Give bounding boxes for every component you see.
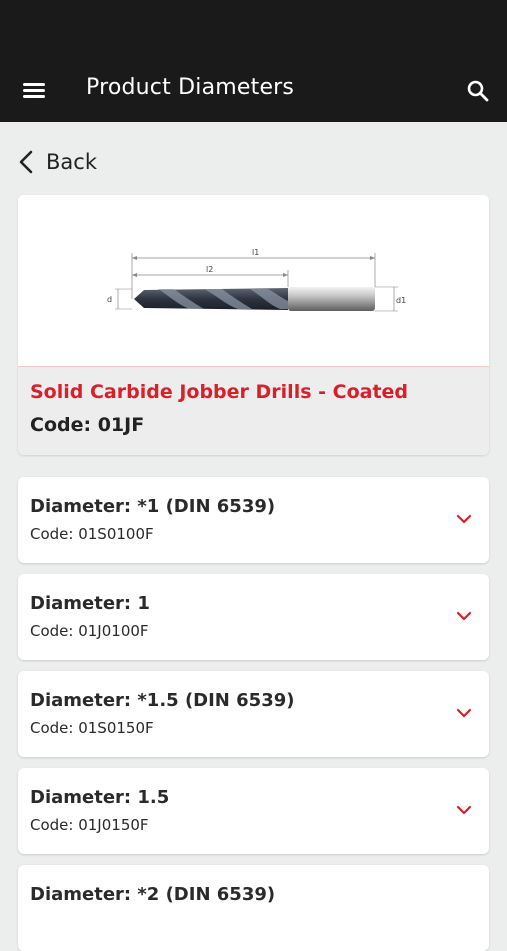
- back-button[interactable]: Back: [16, 144, 97, 180]
- diameter-item[interactable]: Diameter: 1 Code: 01J0100F: [18, 574, 489, 660]
- dim-label-l1: l1: [252, 248, 259, 257]
- chevron-down-icon[interactable]: [456, 513, 472, 525]
- diameter-title: Diameter: *2 (DIN 6539): [30, 884, 276, 905]
- diameter-title: Diameter: 1.5: [30, 787, 170, 808]
- diameter-item[interactable]: Diameter: 1.5 Code: 01J0150F: [18, 768, 489, 854]
- diameter-title: Diameter: 1: [30, 593, 150, 614]
- diameter-title: Diameter: *1 (DIN 6539): [30, 496, 276, 517]
- product-info: Solid Carbide Jobber Drills - Coated Cod…: [18, 367, 489, 455]
- diameter-title: Diameter: *1.5 (DIN 6539): [30, 690, 295, 711]
- search-icon[interactable]: [464, 77, 492, 105]
- chevron-down-icon[interactable]: [456, 804, 472, 816]
- product-name: Solid Carbide Jobber Drills - Coated: [30, 381, 409, 403]
- diameter-code: Code: 01J0150F: [30, 816, 149, 834]
- status-bar: [0, 0, 507, 58]
- hamburger-menu-icon[interactable]: [20, 78, 48, 102]
- product-code: Code: 01JF: [30, 414, 145, 436]
- diameter-item[interactable]: Diameter: *2 (DIN 6539): [18, 865, 489, 951]
- dim-label-d1: d1: [396, 296, 406, 305]
- chevron-down-icon[interactable]: [456, 610, 472, 622]
- page-title: Product Diameters: [86, 75, 295, 100]
- drill-diagram: l1 l2 d d1: [107, 248, 406, 312]
- chevron-left-icon: [19, 150, 33, 174]
- diameter-code: Code: 01J0100F: [30, 622, 149, 640]
- diameter-item[interactable]: Diameter: *1 (DIN 6539) Code: 01S0100F: [18, 477, 489, 563]
- product-image: l1 l2 d d1: [18, 195, 489, 367]
- product-card: l1 l2 d d1 Solid Carbide Jobber Drills -…: [18, 195, 489, 455]
- diameter-code: Code: 01S0100F: [30, 525, 154, 543]
- dim-label-d: d: [107, 295, 112, 304]
- diameter-code: Code: 01S0150F: [30, 719, 154, 737]
- dim-label-l2: l2: [206, 265, 213, 274]
- chevron-down-icon[interactable]: [456, 707, 472, 719]
- back-label: Back: [46, 150, 97, 174]
- app-bar: Product Diameters: [0, 58, 507, 122]
- diameter-item[interactable]: Diameter: *1.5 (DIN 6539) Code: 01S0150F: [18, 671, 489, 757]
